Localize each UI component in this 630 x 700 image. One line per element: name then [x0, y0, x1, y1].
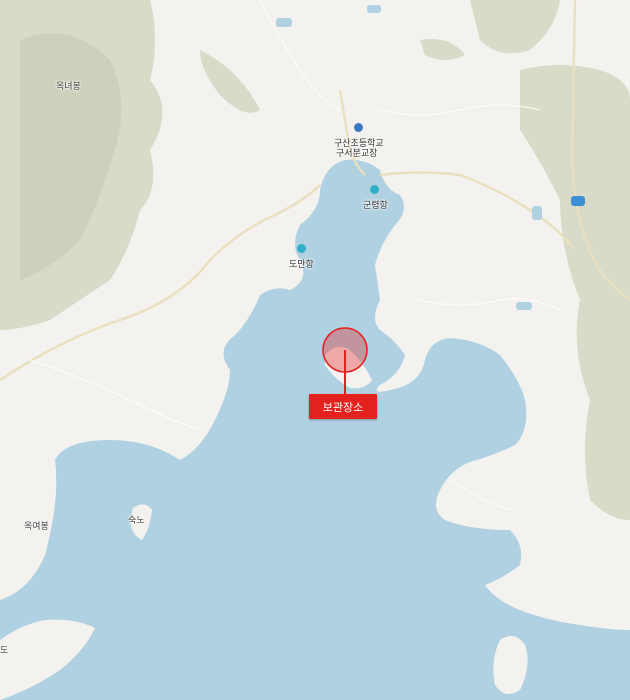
highway-shield-icon: [571, 196, 585, 206]
school-icon[interactable]: [354, 123, 363, 132]
label-edge: 도: [0, 646, 9, 656]
label-peak-okbyeo: 옥녀봉: [56, 82, 81, 92]
pond: [516, 302, 532, 310]
label-port-gunryeong: 군령항: [363, 201, 388, 211]
label-island: 숙노: [128, 516, 145, 526]
pond: [276, 18, 292, 27]
pond: [367, 5, 381, 13]
pond: [532, 206, 542, 220]
label-school-branch: 구서분교장: [336, 149, 378, 159]
label-port-doman: 도만항: [289, 260, 314, 270]
marker-label-storage[interactable]: 보관장소: [309, 394, 377, 419]
anchor-icon[interactable]: [297, 244, 306, 253]
map-canvas[interactable]: [0, 0, 630, 700]
anchor-icon[interactable]: [370, 185, 379, 194]
label-peak-okyeo: 옥여봉: [24, 522, 49, 532]
